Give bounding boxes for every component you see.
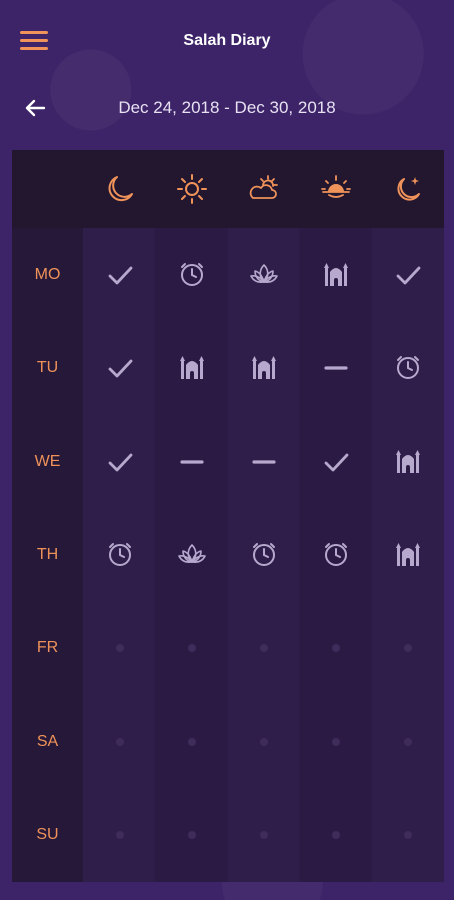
day-label: WE xyxy=(34,452,61,470)
empty-dot[interactable] xyxy=(332,737,340,746)
clock-icon[interactable] xyxy=(247,538,281,572)
mosque-icon[interactable] xyxy=(247,351,281,385)
lotus-icon[interactable] xyxy=(247,258,281,292)
empty-dot[interactable] xyxy=(404,737,412,746)
mosque-icon[interactable] xyxy=(391,538,425,572)
day-label: SA xyxy=(36,732,59,750)
day-label: MO xyxy=(34,265,61,283)
moon-star-icon xyxy=(391,172,425,206)
prayer-header-row xyxy=(12,150,444,228)
clock-icon[interactable] xyxy=(103,538,137,572)
week-navigator: Dec 24, 2018 - Dec 30, 2018 xyxy=(0,86,454,130)
check-icon[interactable] xyxy=(103,445,137,479)
mosque-icon[interactable] xyxy=(391,445,425,479)
sun-behind-cloud-icon xyxy=(247,172,281,206)
empty-dot[interactable] xyxy=(116,737,124,746)
dash-icon[interactable] xyxy=(319,351,353,385)
empty-dot[interactable] xyxy=(260,737,268,746)
app-header: Salah Diary xyxy=(0,0,454,86)
day-label: FR xyxy=(36,639,59,657)
clock-icon[interactable] xyxy=(175,258,209,292)
clock-icon[interactable] xyxy=(391,351,425,385)
prayer-grid: MO TU WE TH FR SA SU xyxy=(12,150,444,882)
dash-icon[interactable] xyxy=(175,445,209,479)
mosque-icon[interactable] xyxy=(319,258,353,292)
sun-icon xyxy=(175,172,209,206)
day-label: TU xyxy=(36,359,59,377)
sunset-icon xyxy=(319,172,353,206)
week-range: Dec 24, 2018 - Dec 30, 2018 xyxy=(118,98,336,117)
crescent-moon-icon xyxy=(103,172,137,206)
page-title: Salah Diary xyxy=(183,32,271,49)
mosque-icon[interactable] xyxy=(175,351,209,385)
day-column xyxy=(12,150,83,882)
check-icon[interactable] xyxy=(103,258,137,292)
day-label: TH xyxy=(36,545,59,563)
dash-icon[interactable] xyxy=(247,445,281,479)
check-icon[interactable] xyxy=(319,445,353,479)
check-icon[interactable] xyxy=(391,258,425,292)
check-icon[interactable] xyxy=(103,351,137,385)
clock-icon[interactable] xyxy=(319,538,353,572)
empty-dot[interactable] xyxy=(188,737,196,746)
lotus-icon[interactable] xyxy=(175,538,209,572)
day-label: SU xyxy=(36,826,59,844)
